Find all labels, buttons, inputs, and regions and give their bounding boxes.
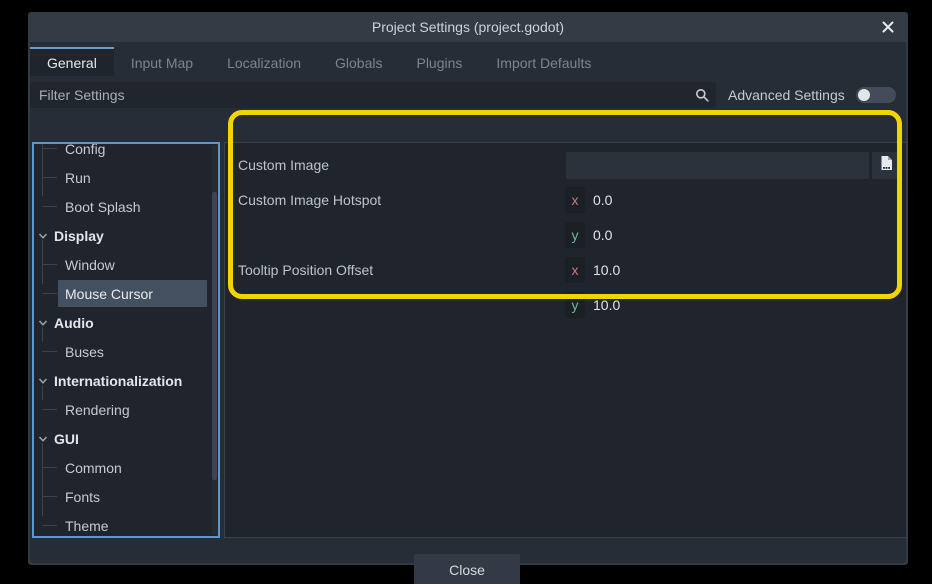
tree-item-audio[interactable]: Audio — [34, 308, 211, 337]
tree-item-run[interactable]: Run — [34, 163, 211, 192]
filter-settings-input[interactable] — [30, 82, 716, 108]
close-button[interactable]: Close — [414, 554, 520, 584]
property-label: Custom Image — [238, 148, 329, 183]
tree-item-boot-splash[interactable]: Boot Splash — [34, 192, 211, 221]
load-file-icon — [879, 155, 894, 176]
project-settings-dialog: Project Settings (project.godot) General… — [28, 12, 908, 565]
dialog-title: Project Settings (project.godot) — [28, 12, 908, 42]
tree-item-fonts[interactable]: Fonts — [34, 482, 211, 511]
tree-item-config[interactable]: Config — [34, 144, 211, 163]
search-icon — [695, 88, 709, 107]
property-row-custom-image: Custom Image — [225, 148, 906, 183]
chevron-down-icon — [38, 318, 48, 328]
tree-item-buses[interactable]: Buses — [34, 337, 211, 366]
property-row-hotspot-x: Custom Image Hotspot x 0.0 — [225, 183, 906, 218]
dialog-body: General Input Map Localization Globals P… — [30, 42, 906, 563]
properties-panel: Custom Image — [224, 142, 907, 538]
axis-y-badge: y — [565, 222, 585, 248]
tree-item-mouse-cursor[interactable]: Mouse Cursor — [34, 279, 211, 308]
property-label: Tooltip Position Offset — [238, 253, 373, 288]
tab-general[interactable]: General — [30, 47, 114, 76]
tree-item-internationalization[interactable]: Internationalization — [34, 366, 211, 395]
tree-item-common[interactable]: Common — [34, 453, 211, 482]
chevron-down-icon — [38, 231, 48, 241]
tree-item-display[interactable]: Display — [34, 221, 211, 250]
tree-item-rendering[interactable]: Rendering — [34, 395, 211, 424]
titlebar: Project Settings (project.godot) — [28, 12, 908, 42]
axis-x-badge: x — [565, 257, 585, 283]
tab-localization[interactable]: Localization — [210, 47, 318, 76]
hotspot-y-value[interactable]: 0.0 — [593, 218, 612, 253]
tree-item-window[interactable]: Window — [34, 250, 211, 279]
property-row-hotspot-y: y 0.0 — [225, 218, 906, 253]
settings-tree: Config Run Boot Splash Display Window Mo… — [34, 144, 211, 536]
property-label: Custom Image Hotspot — [238, 183, 381, 218]
axis-x-badge: x — [565, 187, 585, 213]
close-icon[interactable] — [881, 20, 895, 34]
tab-globals[interactable]: Globals — [318, 47, 399, 76]
tooltip-offset-x-value[interactable]: 10.0 — [593, 253, 620, 288]
tree-item-theme[interactable]: Theme — [34, 511, 211, 536]
tab-import-defaults[interactable]: Import Defaults — [479, 47, 608, 76]
tooltip-offset-y-value[interactable]: 10.0 — [593, 288, 620, 323]
toggle-knob-icon — [858, 89, 870, 101]
tree-scrollbar — [212, 145, 217, 535]
load-file-button[interactable] — [872, 152, 900, 179]
property-row-tooltip-offset-x: Tooltip Position Offset x 10.0 — [225, 253, 906, 288]
tab-input-map[interactable]: Input Map — [114, 47, 210, 76]
tab-plugins[interactable]: Plugins — [399, 47, 479, 76]
axis-y-badge: y — [565, 292, 585, 318]
settings-tree-panel: Config Run Boot Splash Display Window Mo… — [32, 142, 220, 538]
tree-item-gui[interactable]: GUI — [34, 424, 211, 453]
filter-settings-box — [30, 82, 716, 108]
custom-image-input[interactable] — [566, 152, 869, 179]
chevron-down-icon — [38, 376, 48, 386]
tab-bar: General Input Map Localization Globals P… — [30, 47, 608, 76]
screen: Project Settings (project.godot) General… — [0, 0, 932, 584]
advanced-settings-toggle[interactable] — [856, 87, 896, 103]
chevron-down-icon — [38, 434, 48, 444]
tree-scrollbar-thumb[interactable] — [212, 192, 217, 481]
property-row-tooltip-offset-y: y 10.0 — [225, 288, 906, 323]
advanced-settings-label: Advanced Settings — [728, 82, 845, 108]
hotspot-x-value[interactable]: 0.0 — [593, 183, 612, 218]
